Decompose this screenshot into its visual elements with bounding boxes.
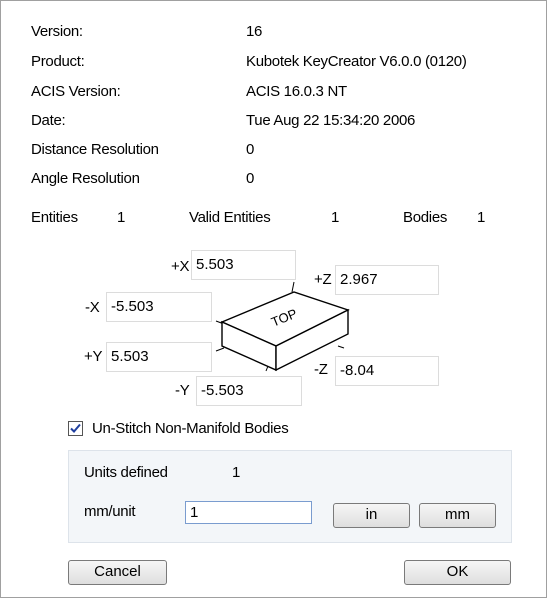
ok-button[interactable]: OK	[404, 560, 511, 585]
date-label: Date:	[31, 112, 66, 129]
checkmark-icon	[70, 423, 81, 433]
entities-label: Entities	[31, 209, 78, 226]
angle-resolution-value: 0	[246, 170, 255, 187]
unstitch-label[interactable]: Un-Stitch Non-Manifold Bodies	[92, 420, 289, 437]
valid-entities-label: Valid Entities	[189, 209, 271, 226]
bodies-value: 1	[477, 209, 486, 226]
isometric-box-icon: TOP	[215, 281, 350, 372]
date-value: Tue Aug 22 15:34:20 2006	[246, 112, 416, 129]
plus-y-field: 5.503	[106, 342, 212, 372]
plus-y-label: +Y	[84, 348, 103, 365]
body-info-dialog: Version: 16 Product: Kubotek KeyCreator …	[0, 0, 547, 598]
minus-x-field: -5.503	[106, 292, 212, 322]
acis-version-label: ACIS Version:	[31, 83, 121, 100]
in-button[interactable]: in	[333, 503, 410, 528]
distance-resolution-label: Distance Resolution	[31, 141, 159, 158]
entities-value: 1	[117, 209, 126, 226]
mm-unit-label: mm/unit	[84, 503, 136, 520]
units-defined-value: 1	[232, 464, 241, 481]
cancel-button[interactable]: Cancel	[68, 560, 167, 585]
minus-x-label: -X	[85, 299, 100, 316]
units-defined-label: Units defined	[84, 464, 168, 481]
mm-unit-input[interactable]	[185, 501, 312, 524]
plus-x-label: +X	[171, 258, 190, 275]
version-label: Version:	[31, 23, 83, 40]
version-value: 16	[246, 23, 263, 40]
mm-button[interactable]: mm	[419, 503, 496, 528]
angle-resolution-label: Angle Resolution	[31, 170, 140, 187]
distance-resolution-value: 0	[246, 141, 255, 158]
bodies-label: Bodies	[403, 209, 448, 226]
valid-entities-value: 1	[331, 209, 340, 226]
acis-version-value: ACIS 16.0.3 NT	[246, 83, 347, 100]
unstitch-checkbox[interactable]	[68, 421, 83, 436]
minus-y-label: -Y	[175, 382, 190, 399]
product-value: Kubotek KeyCreator V6.0.0 (0120)	[246, 53, 467, 70]
product-label: Product:	[31, 53, 85, 70]
